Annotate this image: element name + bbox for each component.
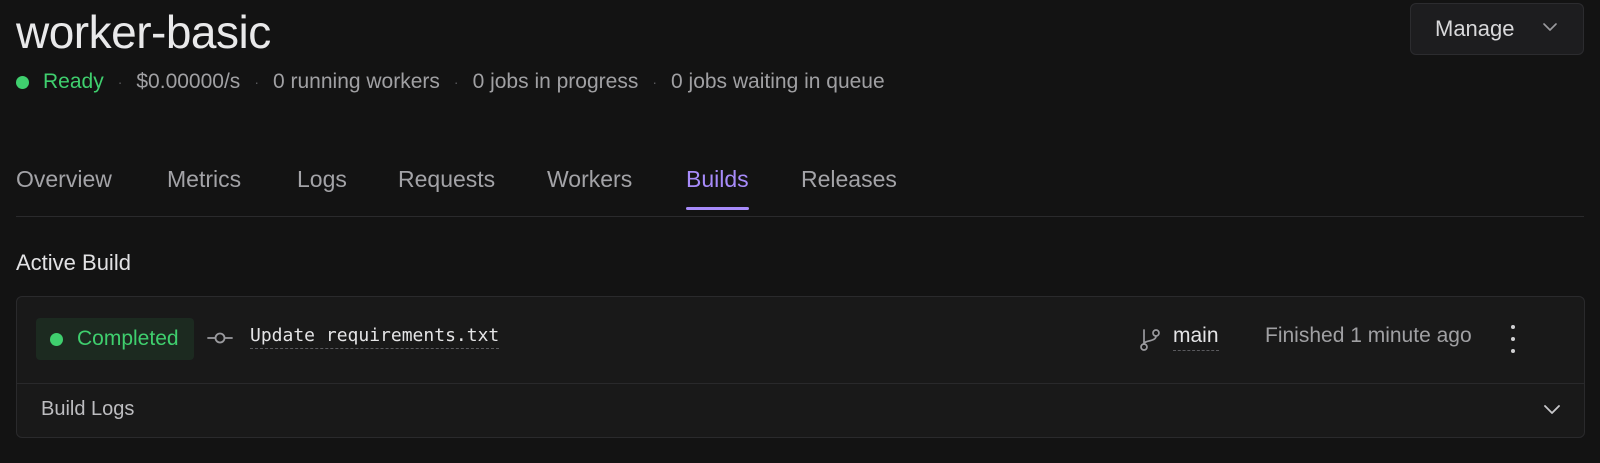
chevron-down-icon[interactable] — [1544, 405, 1560, 415]
more-vertical-icon[interactable] — [1503, 325, 1523, 353]
section-title: Active Build — [16, 250, 131, 275]
active-build-card: Completed Update requirements.txt main F… — [16, 296, 1585, 438]
running-workers: 0 running workers — [272, 70, 440, 93]
tab-requests[interactable]: Requests — [398, 166, 495, 207]
separator: · — [453, 74, 459, 90]
separator: · — [117, 74, 123, 90]
status-row: Ready · $0.00000/s · 0 running workers ·… — [16, 70, 885, 94]
manage-button-label: Manage — [1435, 16, 1515, 41]
build-row: Completed Update requirements.txt main F… — [17, 297, 1584, 384]
build-logs-toggle[interactable]: Build Logs — [17, 384, 1584, 438]
tab-builds[interactable]: Builds — [686, 166, 749, 210]
separator: · — [652, 74, 658, 90]
tab-logs[interactable]: Logs — [297, 166, 347, 207]
jobs-in-progress: 0 jobs in progress — [472, 70, 639, 93]
tab-releases[interactable]: Releases — [801, 166, 897, 207]
chevron-down-icon — [1543, 23, 1557, 31]
separator: · — [254, 74, 259, 90]
status-badge-label: Completed — [77, 327, 179, 350]
git-commit-icon — [207, 332, 233, 344]
status-dot-icon — [50, 332, 63, 346]
page-title: worker-basic — [16, 6, 271, 58]
status-dot-icon — [16, 75, 29, 89]
status-ready: Ready — [43, 70, 104, 93]
kebab-dot — [1511, 337, 1515, 341]
build-logs-label: Build Logs — [41, 398, 135, 420]
kebab-dot — [1511, 325, 1515, 329]
kebab-dot — [1511, 349, 1515, 353]
tab-metrics[interactable]: Metrics — [167, 166, 241, 207]
finished-time: Finished 1 minute ago — [1265, 324, 1472, 347]
cost-rate: $0.00000/s — [136, 70, 241, 93]
status-badge: Completed — [36, 318, 194, 360]
branch-link[interactable]: main — [1173, 324, 1219, 351]
tab-bar: Overview Metrics Logs Requests Workers B… — [16, 160, 1584, 217]
jobs-waiting: 0 jobs waiting in queue — [671, 70, 885, 93]
tab-workers[interactable]: Workers — [547, 166, 632, 207]
commit-message-link[interactable]: Update requirements.txt — [250, 325, 500, 349]
git-branch-icon — [1140, 329, 1160, 351]
page: worker-basic Manage Ready · $0.00000/s ·… — [0, 0, 1600, 463]
manage-button[interactable]: Manage — [1410, 3, 1584, 55]
tab-overview[interactable]: Overview — [16, 166, 112, 207]
